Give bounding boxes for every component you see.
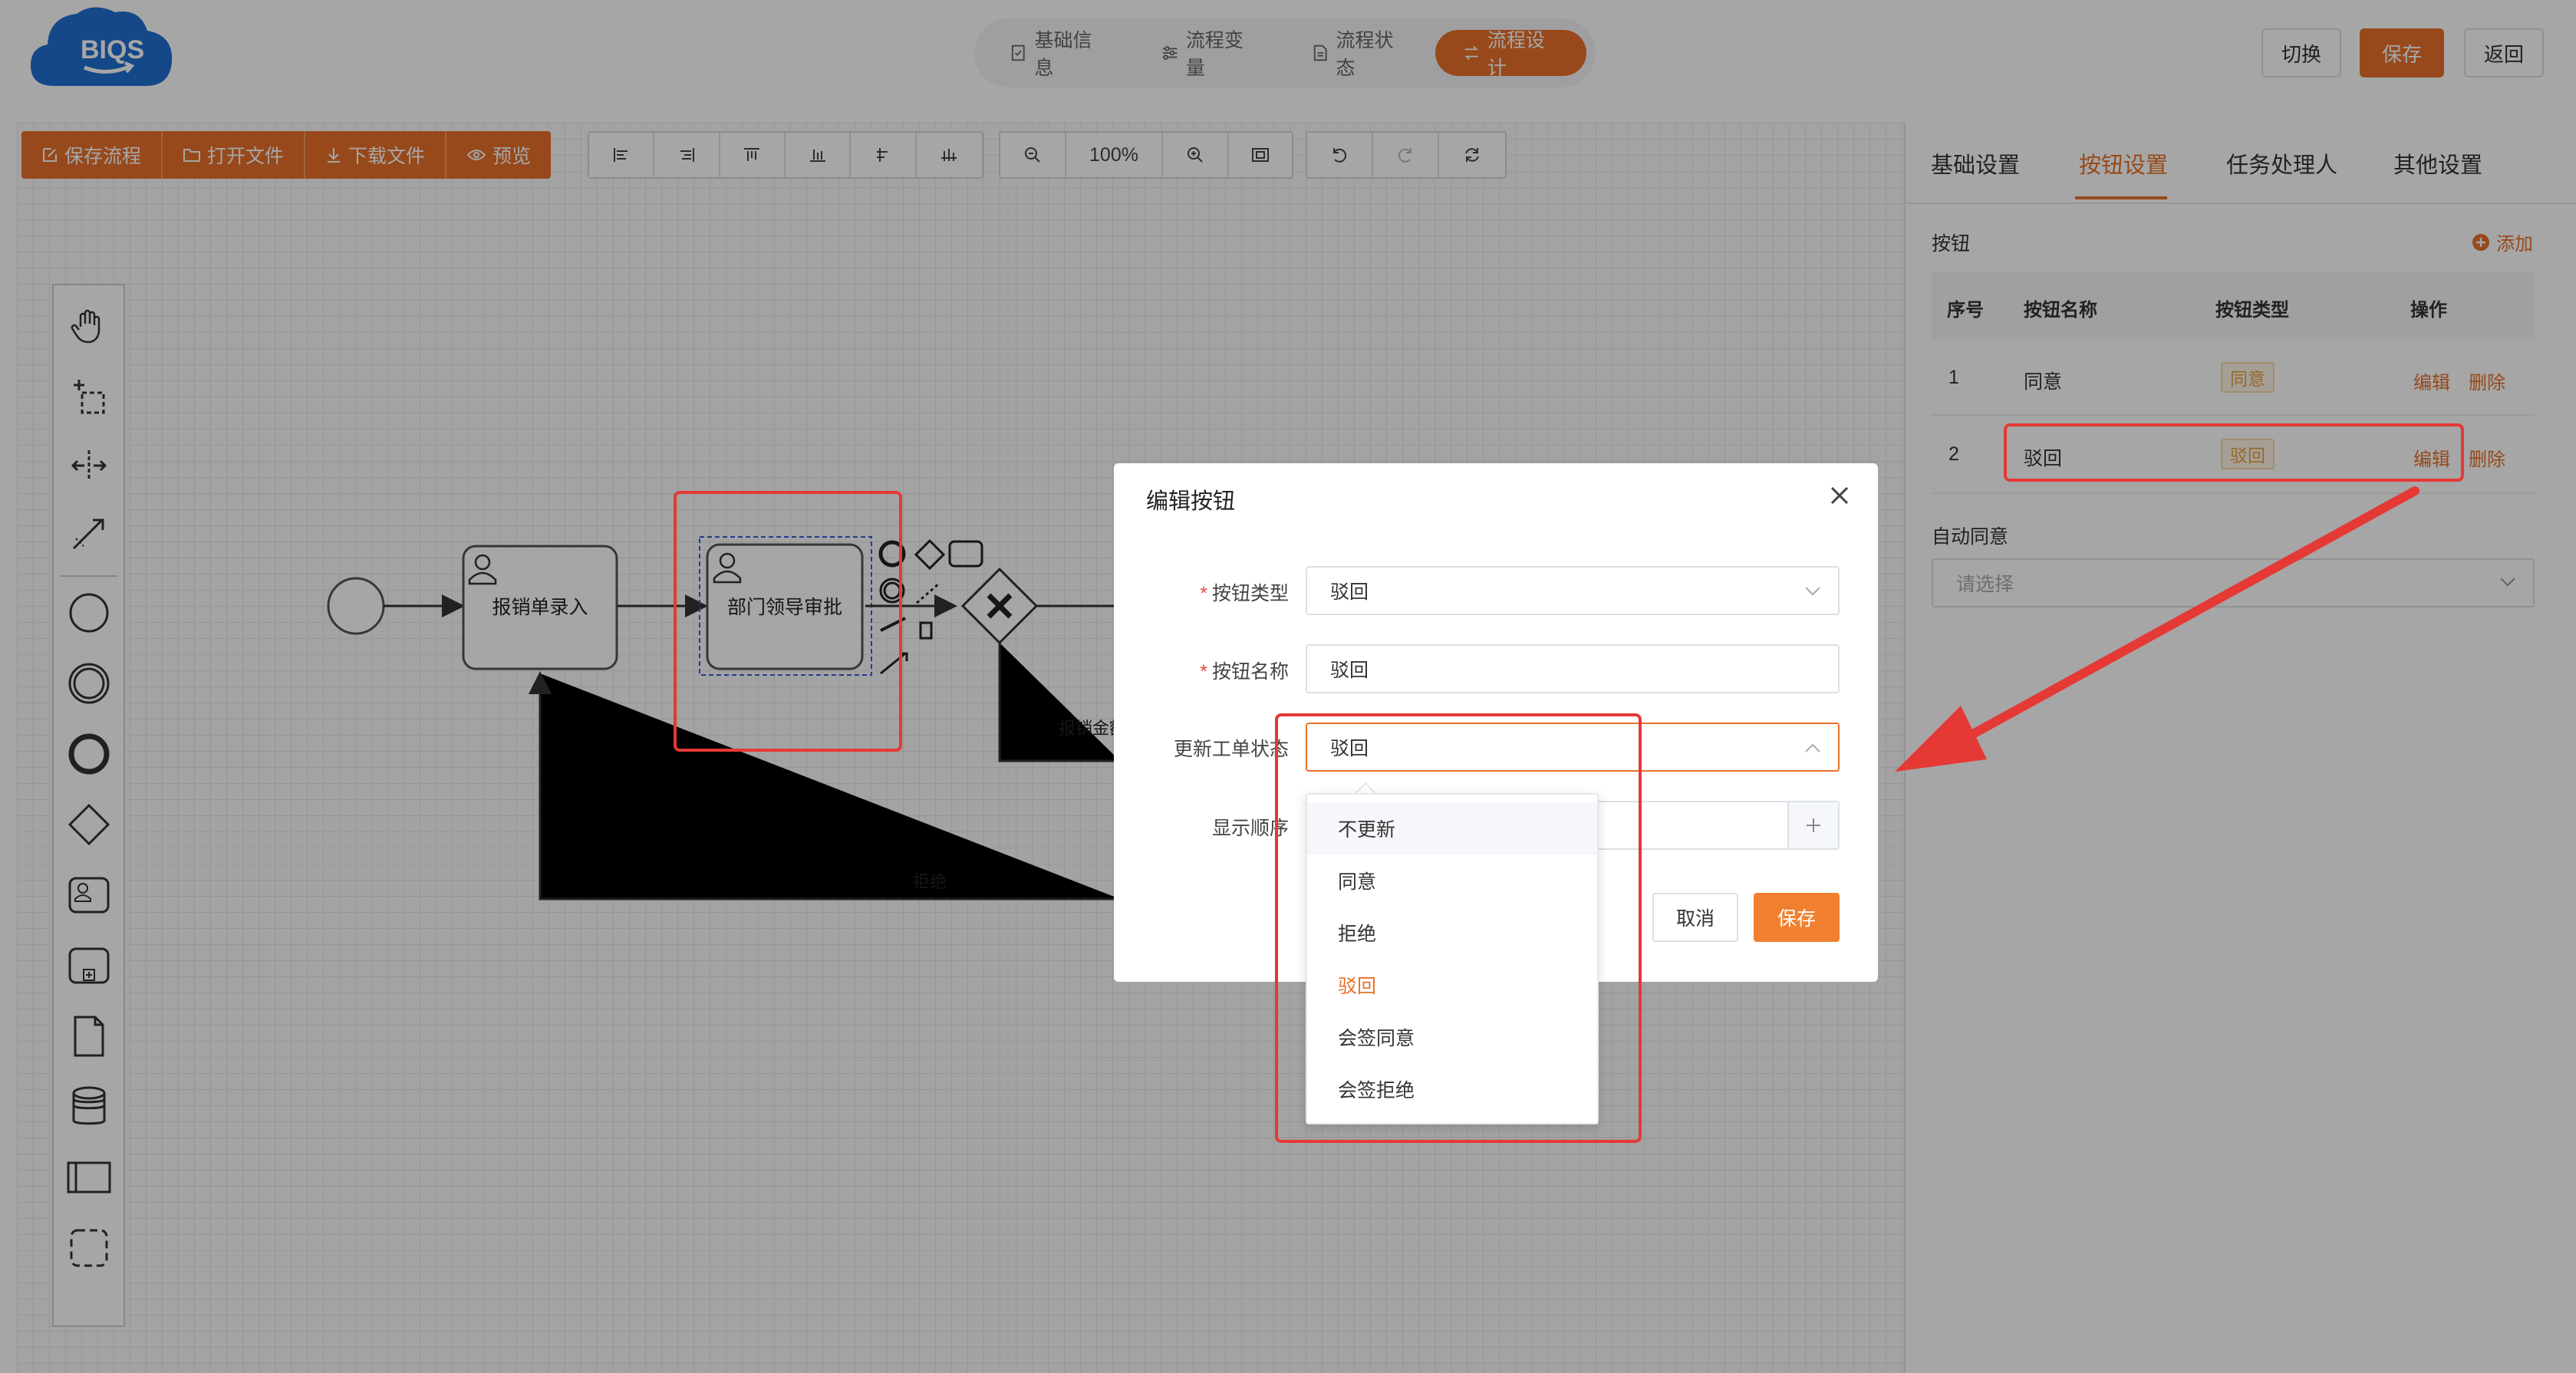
annotation-arrow xyxy=(1895,486,2420,772)
app-page: BIQS 基础信息 流程变量 流程状态 流程设计 切换 保存 返回 保存流程 打… xyxy=(0,0,2576,1373)
